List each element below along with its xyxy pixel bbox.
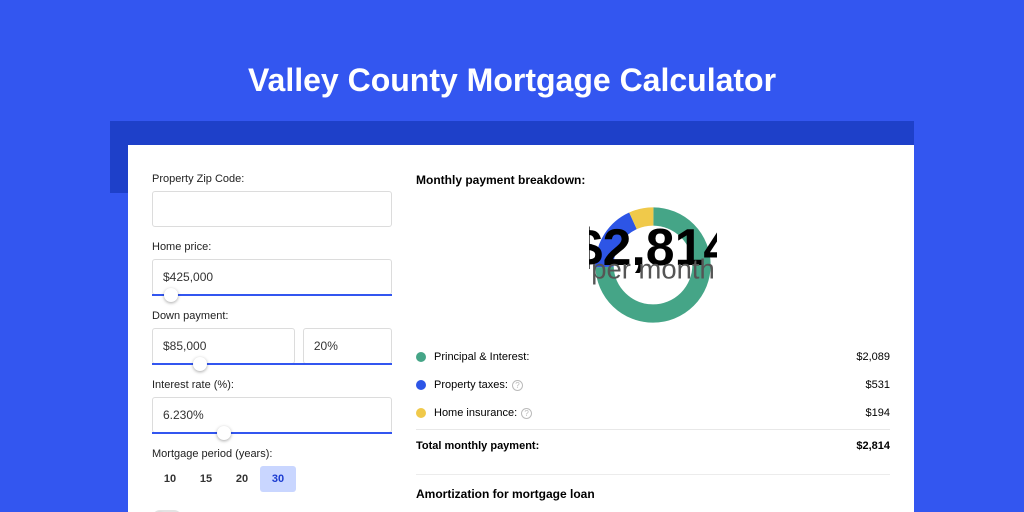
rate-slider-track[interactable] (152, 432, 392, 434)
breakdown-item-label: Home insurance:? (434, 407, 866, 419)
breakdown-item-label: Principal & Interest: (434, 351, 856, 363)
price-slider-thumb[interactable] (164, 288, 178, 302)
rate-label: Interest rate (%): (152, 379, 392, 391)
period-label: Mortgage period (years): (152, 448, 392, 460)
info-icon[interactable]: ? (512, 380, 523, 391)
zip-input[interactable] (152, 191, 392, 227)
period-option-10[interactable]: 10 (152, 466, 188, 492)
period-option-20[interactable]: 20 (224, 466, 260, 492)
donut-chart: $2,814 per month (589, 201, 717, 329)
input-column: Property Zip Code: Home price: Down paym… (152, 173, 392, 512)
rate-field: Interest rate (%): (152, 379, 392, 434)
down-field: Down payment: (152, 310, 392, 365)
period-option-15[interactable]: 15 (188, 466, 224, 492)
amortization-title: Amortization for mortgage loan (416, 487, 890, 501)
down-label: Down payment: (152, 310, 392, 322)
price-label: Home price: (152, 241, 392, 253)
rate-slider-thumb[interactable] (217, 426, 231, 440)
zip-label: Property Zip Code: (152, 173, 392, 185)
calculator-panel: Property Zip Code: Home price: Down paym… (128, 145, 914, 512)
total-value: $2,814 (856, 440, 890, 452)
breakdown-row: Property taxes:?$531 (416, 371, 890, 399)
page-title: Valley County Mortgage Calculator (0, 0, 1024, 99)
divider (416, 474, 890, 475)
breakdown-item-value: $531 (866, 379, 890, 391)
down-amount-input[interactable] (152, 328, 295, 364)
price-field: Home price: (152, 241, 392, 296)
donut-chart-wrap: $2,814 per month (416, 195, 890, 343)
breakdown-lines: Principal & Interest:$2,089Property taxe… (416, 343, 890, 427)
price-slider-track[interactable] (152, 294, 392, 296)
info-icon[interactable]: ? (521, 408, 532, 419)
rate-input[interactable] (152, 397, 392, 433)
breakdown-title: Monthly payment breakdown: (416, 173, 890, 187)
down-percent-input[interactable] (303, 328, 392, 364)
zip-field: Property Zip Code: (152, 173, 392, 227)
total-label: Total monthly payment: (416, 440, 856, 452)
breakdown-row: Principal & Interest:$2,089 (416, 343, 890, 371)
donut-center-sub: per month (591, 254, 714, 285)
period-options: 10152030 (152, 466, 392, 492)
breakdown-item-label: Property taxes:? (434, 379, 866, 391)
price-input[interactable] (152, 259, 392, 295)
breakdown-column: Monthly payment breakdown: $2,814 per mo… (416, 173, 890, 512)
breakdown-item-value: $2,089 (856, 351, 890, 363)
total-row: Total monthly payment: $2,814 (416, 429, 890, 460)
breakdown-row: Home insurance:?$194 (416, 399, 890, 427)
breakdown-item-value: $194 (866, 407, 890, 419)
legend-dot-icon (416, 380, 426, 390)
period-field: Mortgage period (years): 10152030 (152, 448, 392, 492)
legend-dot-icon (416, 352, 426, 362)
down-slider-thumb[interactable] (193, 357, 207, 371)
legend-dot-icon (416, 408, 426, 418)
down-slider-track[interactable] (152, 363, 392, 365)
period-option-30[interactable]: 30 (260, 466, 296, 492)
